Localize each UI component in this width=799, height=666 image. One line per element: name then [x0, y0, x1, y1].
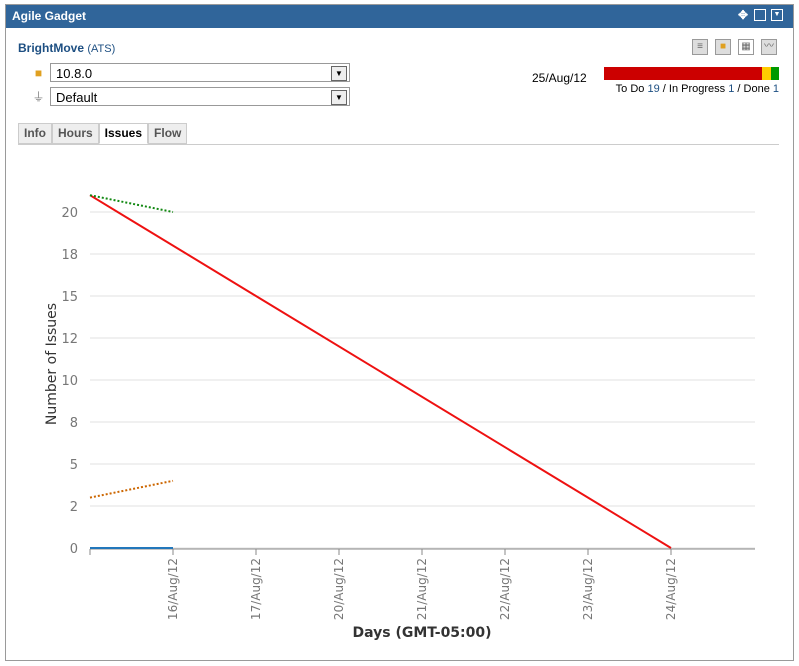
x-tick-label: 24/Aug/12	[664, 558, 678, 620]
x-tick-label: 21/Aug/12	[415, 558, 429, 620]
y-tick-label: 12	[61, 332, 78, 347]
x-tick-label: 22/Aug/12	[498, 558, 512, 620]
y-tick-label: 20	[61, 206, 78, 221]
series-line-2	[89, 479, 174, 499]
y-tick-label: 5	[70, 458, 78, 473]
x-tick-label: 17/Aug/12	[249, 558, 263, 620]
issues-chart: 0 2 5 8 10 12 15 18 20 16/Aug/12 17/Aug/12 20/Aug/1…	[44, 194, 755, 641]
y-tick-label: 15	[61, 290, 78, 305]
y-tick-label: 8	[70, 416, 78, 431]
x-tick-label: 16/Aug/12	[166, 558, 180, 620]
x-tick-label: 20/Aug/12	[332, 558, 346, 620]
y-tick-label: 0	[70, 542, 78, 557]
x-tick-label: 23/Aug/12	[581, 558, 595, 620]
y-tick-label: 2	[70, 500, 78, 515]
y-axis-label: Number of Issues	[44, 303, 60, 425]
y-tick-label: 10	[61, 374, 78, 389]
y-tick-label: 18	[61, 248, 78, 263]
x-axis-label: Days (GMT-05:00)	[352, 625, 491, 641]
series-line-0	[89, 194, 672, 549]
